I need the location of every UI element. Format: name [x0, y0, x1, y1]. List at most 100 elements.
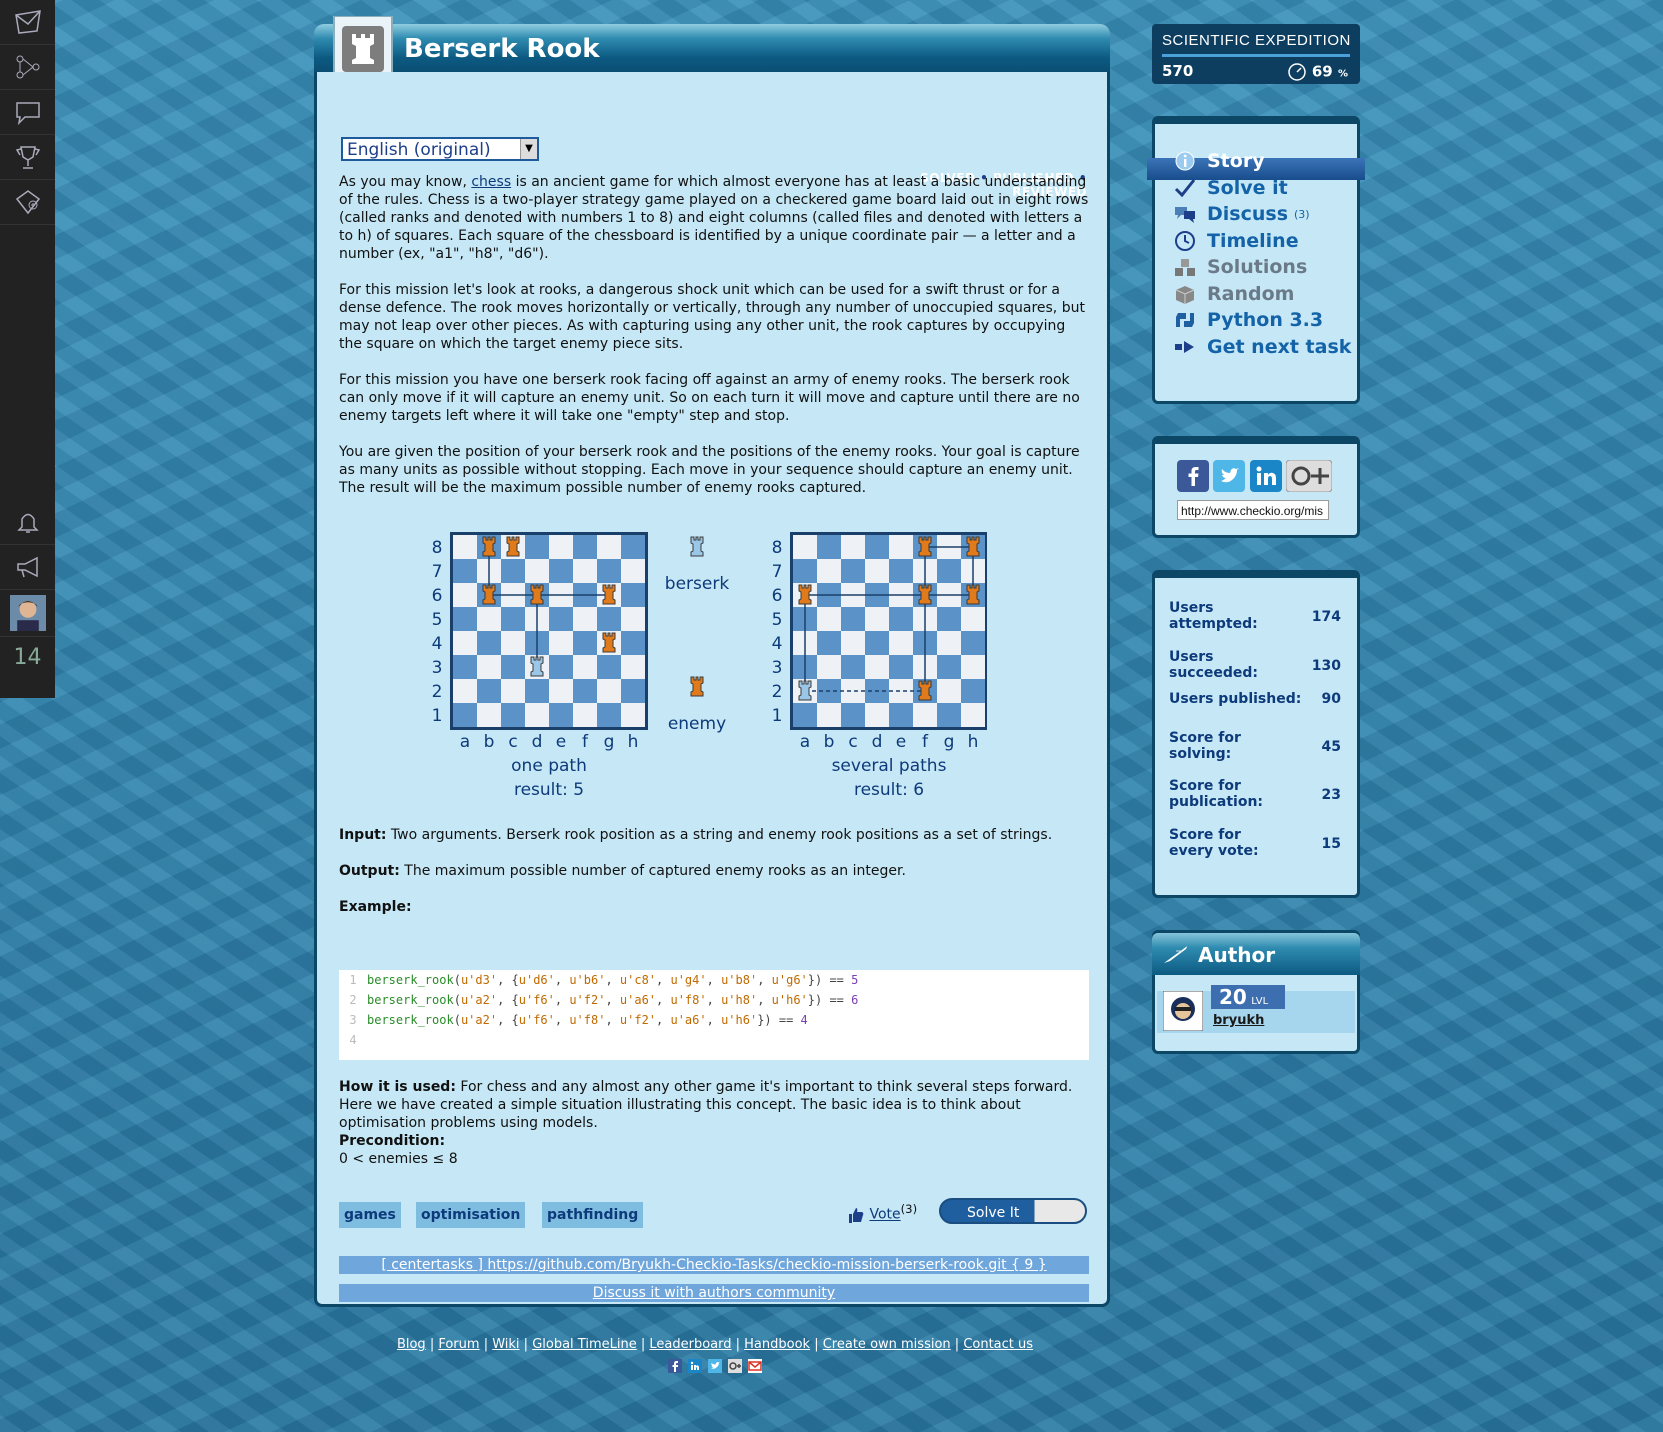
sidebar-trophy[interactable] — [0, 135, 55, 180]
footer-link-forum[interactable]: Forum — [438, 1337, 479, 1352]
menu-item-story[interactable]: Story — [1173, 148, 1265, 174]
linkedin-icon[interactable] — [1249, 460, 1282, 492]
footer: Blog | Forum | Wiki | Global TimeLine | … — [0, 1337, 1430, 1373]
board-square — [549, 655, 573, 679]
input-label: Input: — [339, 827, 387, 843]
sidebar-notifications[interactable] — [0, 500, 55, 545]
discuss-authors-bar[interactable]: Discuss it with authors community — [339, 1284, 1089, 1302]
expedition-progress[interactable]: SCIENTIFIC EXPEDITION 570 69 % — [1152, 24, 1360, 84]
board-square — [549, 679, 573, 703]
footer-link-global-timeline[interactable]: Global TimeLine — [532, 1337, 637, 1352]
file-label: f — [582, 732, 589, 752]
speedometer-icon — [1287, 63, 1306, 81]
solve-it-button[interactable]: Solve It — [939, 1198, 1087, 1224]
tag-optimisation[interactable]: optimisation — [416, 1202, 526, 1228]
stat-value: 23 — [1321, 787, 1341, 803]
menu-item-timeline[interactable]: Timeline — [1173, 228, 1299, 254]
mail-icon[interactable] — [748, 1358, 763, 1373]
code-example[interactable]: 1 berserk_rook(u'd3', {u'd6', u'b6', u'c8… — [339, 970, 1089, 1060]
sidebar-add-mission[interactable] — [0, 180, 55, 225]
author-card[interactable]: 20 LVL bryukh — [1157, 985, 1355, 1033]
board-square — [525, 679, 549, 703]
board-square — [501, 679, 525, 703]
board-square — [865, 535, 889, 559]
facebook-icon[interactable] — [1177, 460, 1209, 492]
board-square — [865, 703, 889, 727]
footer-separator: | — [810, 1337, 823, 1352]
repo-link[interactable]: [ centertasks ] https://github.com/Bryuk… — [381, 1257, 1046, 1273]
board-square — [817, 655, 841, 679]
board-square — [573, 679, 597, 703]
sidebar-map[interactable] — [0, 45, 55, 90]
board-square — [525, 559, 549, 583]
chess-link[interactable]: chess — [471, 174, 511, 190]
board-square — [573, 535, 597, 559]
menu-item-solve-it[interactable]: Solve it — [1173, 175, 1288, 201]
footer-separator: | — [519, 1337, 533, 1352]
sidebar-user-avatar[interactable] — [0, 590, 55, 637]
footer-link-blog[interactable]: Blog — [397, 1337, 426, 1352]
footer-separator: | — [479, 1337, 493, 1352]
board-square — [793, 703, 817, 727]
facebook-icon[interactable] — [667, 1358, 682, 1373]
footer-link-wiki[interactable]: Wiki — [492, 1337, 519, 1352]
tag-games[interactable]: games — [339, 1202, 401, 1228]
rank-label: 2 — [432, 682, 443, 702]
rank-label: 4 — [772, 634, 783, 654]
board-square — [453, 559, 477, 583]
menu-item-random[interactable]: Random — [1173, 281, 1294, 307]
info-icon — [1175, 151, 1195, 171]
tag-pathfinding[interactable]: pathfinding — [542, 1202, 644, 1228]
vote-control[interactable]: Vote(3) — [847, 1202, 917, 1224]
google-plus-icon[interactable] — [1285, 459, 1333, 493]
repo-link-bar[interactable]: [ centertasks ] https://github.com/Bryuk… — [339, 1256, 1089, 1274]
footer-link-handbook[interactable]: Handbook — [744, 1337, 810, 1352]
vote-link[interactable]: Vote — [869, 1207, 900, 1223]
twitter-icon[interactable] — [1213, 460, 1246, 492]
sidebar-announcements[interactable] — [0, 545, 55, 590]
linkedin-icon[interactable] — [687, 1358, 702, 1373]
sidebar-forum[interactable] — [0, 90, 55, 135]
footer-link-leaderboard[interactable]: Leaderboard — [649, 1337, 731, 1352]
author-heading: Author — [1198, 943, 1276, 967]
file-label: d — [532, 732, 543, 752]
rank-label: 2 — [772, 682, 783, 702]
board-square — [889, 607, 913, 631]
footer-separator: | — [731, 1337, 745, 1352]
menu-item-solutions[interactable]: Solutions — [1173, 254, 1307, 280]
menu-item-label: Solutions — [1207, 256, 1308, 278]
enemy-rook-icon — [690, 676, 704, 697]
speech-bubble-icon — [15, 102, 40, 126]
board-square — [937, 703, 961, 727]
language-select[interactable]: English (original) ▼ — [341, 137, 539, 161]
rank-label: 1 — [432, 706, 443, 726]
twitter-icon[interactable] — [708, 1358, 722, 1373]
board-square — [865, 607, 889, 631]
rank-label: 5 — [772, 610, 783, 630]
mission-body: English (original) ▼ SOLVED • PUBLISHED … — [314, 72, 1110, 1307]
avatar — [9, 595, 46, 631]
menu-item-python-3-3[interactable]: Python 3.3 — [1173, 307, 1323, 333]
google-plus-icon[interactable] — [728, 1358, 743, 1373]
rank-label: 3 — [772, 658, 783, 678]
comments-icon — [1175, 207, 1195, 223]
sidebar-messages[interactable] — [0, 0, 55, 45]
chevron-down-icon: ▼ — [520, 139, 537, 159]
menu-item-label: Solve it — [1207, 176, 1288, 199]
bell-icon — [16, 513, 39, 533]
footer-link-create-own-mission[interactable]: Create own mission — [823, 1337, 951, 1352]
author-avatar — [1163, 991, 1203, 1031]
author-name-link[interactable]: bryukh — [1213, 1013, 1264, 1028]
board-square — [937, 607, 961, 631]
footer-link-contact-us[interactable]: Contact us — [963, 1337, 1033, 1352]
menu-item-discuss[interactable]: Discuss (3) — [1173, 201, 1310, 227]
menu-item-get-next-task[interactable]: Get next task — [1173, 334, 1351, 360]
discuss-authors-link[interactable]: Discuss it with authors community — [593, 1285, 835, 1301]
board-square — [817, 607, 841, 631]
board-square — [477, 607, 501, 631]
share-url-input[interactable]: http://www.checkio.org/mis — [1177, 500, 1329, 520]
board-square — [549, 631, 573, 655]
board-square — [573, 655, 597, 679]
menu-item-label: Python 3.3 — [1207, 309, 1324, 331]
trophy-icon — [15, 146, 40, 169]
